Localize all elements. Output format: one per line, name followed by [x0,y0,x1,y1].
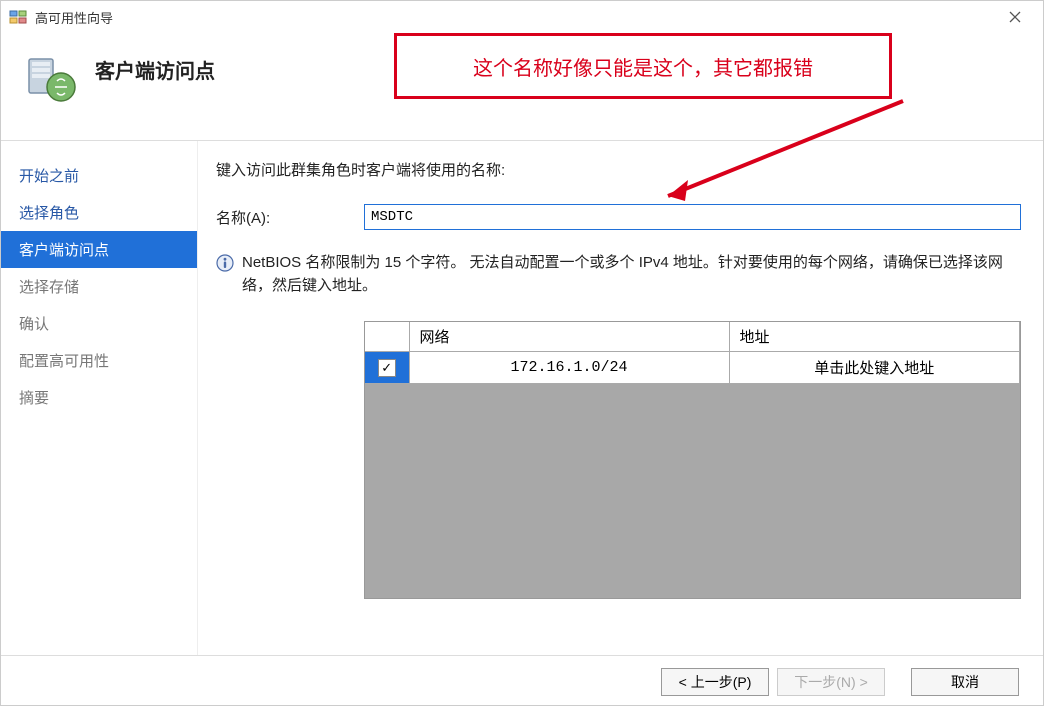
cancel-button[interactable]: 取消 [911,668,1019,696]
close-button[interactable] [995,3,1035,31]
name-input[interactable] [364,204,1021,230]
name-row: 名称(A): [216,204,1021,230]
wizard-steps-sidebar: 开始之前 选择角色 客户端访问点 选择存储 确认 配置高可用性 摘要 [1,141,198,655]
sidebar-item-summary: 摘要 [1,379,197,416]
sidebar-item-select-role[interactable]: 选择角色 [1,194,197,231]
col-address: 地址 [729,322,1020,352]
main-panel: 键入访问此群集角色时客户端将使用的名称: 名称(A): NetBIOS 名称限制… [198,141,1043,655]
table-row: ✓ 172.16.1.0/24 单击此处键入地址 [365,352,1020,384]
sidebar-item-configure-ha: 配置高可用性 [1,342,197,379]
window-title: 高可用性向导 [35,8,113,27]
sidebar-item-client-access-point[interactable]: 客户端访问点 [1,231,197,268]
col-check [365,322,409,352]
sidebar-item-select-storage: 选择存储 [1,268,197,305]
wizard-header: 客户端访问点 这个名称好像只能是这个，其它都报错 [1,33,1043,141]
sidebar-item-before-start[interactable]: 开始之前 [1,157,197,194]
netbios-info-text: NetBIOS 名称限制为 15 个字符。 无法自动配置一个或多个 IPv4 地… [242,252,1021,297]
row-address-cell[interactable]: 单击此处键入地址 [729,352,1020,384]
sidebar-item-confirm: 确认 [1,305,197,342]
col-network: 网络 [409,322,729,352]
annotation-text: 这个名称好像只能是这个，其它都报错 [473,52,813,81]
row-checkbox-cell[interactable]: ✓ [365,352,409,384]
annotation-callout: 这个名称好像只能是这个，其它都报错 [394,33,892,99]
title-bar: 高可用性向导 [1,1,1043,33]
page-title: 客户端访问点 [95,55,215,84]
content-area: 开始之前 选择角色 客户端访问点 选择存储 确认 配置高可用性 摘要 键入访问此… [1,141,1043,655]
client-access-point-icon [25,51,81,107]
network-table-wrap: 网络 地址 ✓ 172.16.1.0/24 单击此处键入地址 [364,321,1021,599]
checkbox-checked-icon: ✓ [378,359,396,377]
wizard-app-icon [9,8,27,26]
instruction-text: 键入访问此群集角色时客户端将使用的名称: [216,159,1021,180]
network-table: 网络 地址 ✓ 172.16.1.0/24 单击此处键入地址 [365,322,1020,384]
info-icon [216,254,234,272]
next-button: 下一步(N) > [777,668,885,696]
prev-button[interactable]: < 上一步(P) [661,668,769,696]
wizard-button-bar: < 上一步(P) 下一步(N) > 取消 [1,655,1043,707]
netbios-info-row: NetBIOS 名称限制为 15 个字符。 无法自动配置一个或多个 IPv4 地… [216,252,1021,297]
row-network-cell: 172.16.1.0/24 [409,352,729,384]
name-label: 名称(A): [216,207,364,228]
